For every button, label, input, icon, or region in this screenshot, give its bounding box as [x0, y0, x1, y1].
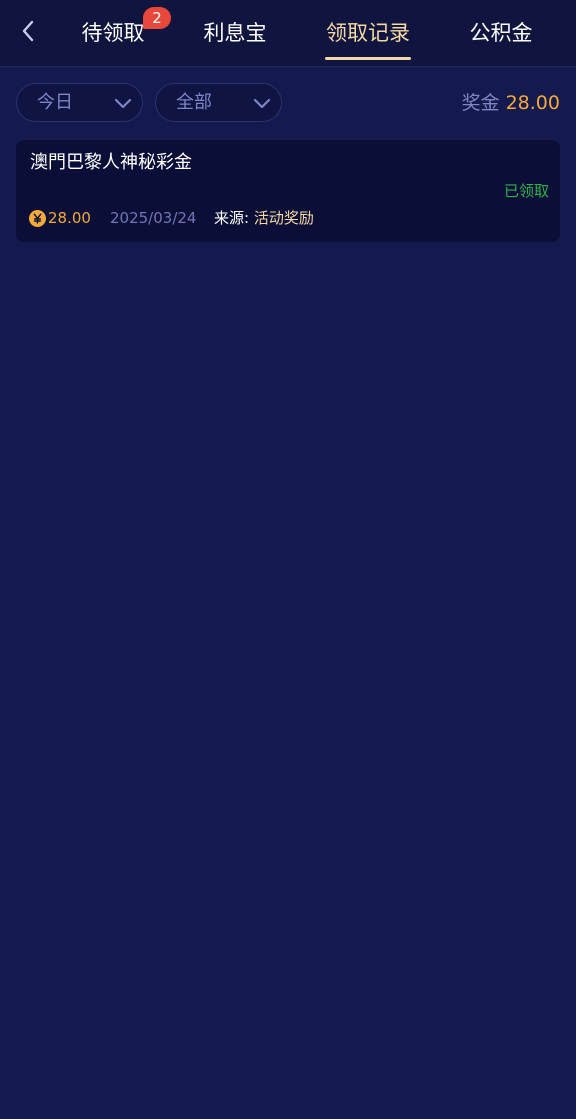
type-filter-dropdown[interactable]: 全部	[155, 83, 282, 122]
chevron-left-icon	[22, 20, 34, 42]
tab-interest[interactable]: 利息宝	[203, 17, 267, 49]
yuan-coin-icon	[29, 210, 46, 227]
chevron-down-icon	[114, 98, 132, 109]
record-status: 已领取	[503, 182, 549, 200]
record-date: 2025/03/24	[110, 209, 197, 227]
record-source-value: 活动奖励	[253, 209, 314, 227]
record-source: 来源: 活动奖励	[214, 207, 314, 229]
type-filter-label: 全部	[176, 92, 212, 113]
bonus-total: 奖金 28.00	[462, 89, 560, 117]
active-tab-indicator	[325, 57, 411, 60]
pending-count-badge: 2	[143, 7, 171, 29]
chevron-down-icon	[253, 98, 271, 109]
record-card: 澳門巴黎人神秘彩金 已领取 28.00 2025/03/24 来源: 活动奖励	[16, 140, 560, 242]
bonus-total-amount: 28.00	[505, 92, 560, 114]
record-source-label: 来源:	[214, 209, 250, 227]
tab-claim-records[interactable]: 领取记录	[325, 17, 411, 49]
date-filter-label: 今日	[37, 92, 73, 113]
bonus-total-label: 奖金	[461, 92, 500, 114]
record-amount: 28.00	[48, 209, 91, 227]
back-button[interactable]	[14, 16, 42, 46]
record-title: 澳門巴黎人神秘彩金	[30, 152, 192, 173]
tab-pending[interactable]: 待领取	[80, 17, 146, 49]
top-navigation: 待领取 2 利息宝 领取记录 公积金	[0, 0, 576, 67]
tab-provident-fund[interactable]: 公积金	[469, 17, 533, 49]
date-filter-dropdown[interactable]: 今日	[16, 83, 143, 122]
